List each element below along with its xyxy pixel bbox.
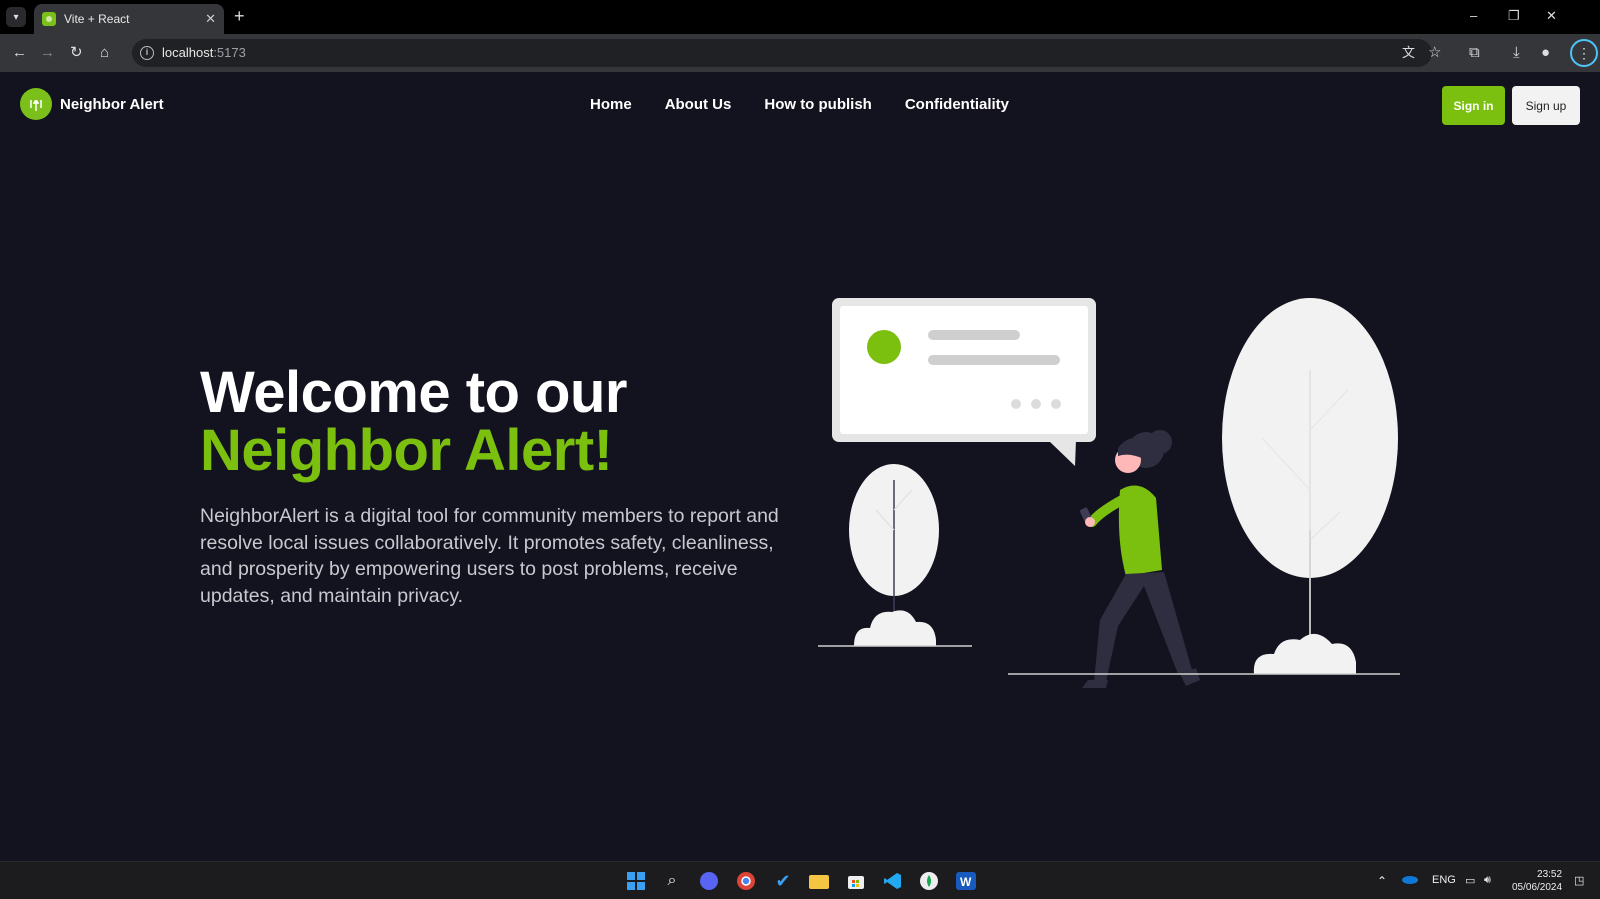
nav-how-to-publish[interactable]: How to publish bbox=[764, 96, 871, 113]
logo-icon bbox=[20, 88, 52, 120]
nav-home[interactable]: Home bbox=[590, 96, 632, 113]
hero-illustration bbox=[818, 298, 1400, 688]
browser-tab-bar: ▾ Vite + React ✕ + – ❐ ✕ bbox=[0, 0, 1600, 34]
message-card-illustration bbox=[832, 298, 1096, 466]
profile-icon[interactable]: ● bbox=[1541, 44, 1550, 62]
minimize-button[interactable]: – bbox=[1470, 8, 1477, 23]
sign-in-button[interactable]: Sign in bbox=[1442, 86, 1505, 125]
browser-tab[interactable]: Vite + React ✕ bbox=[34, 4, 224, 34]
clock-time: 23:52 bbox=[1537, 869, 1563, 880]
main-nav: Home About Us How to publish Confidentia… bbox=[590, 96, 1009, 113]
site-header: Neighbor Alert Home About Us How to publ… bbox=[0, 72, 1600, 140]
network-icon[interactable]: ▭ bbox=[1465, 874, 1475, 887]
nav-about-us[interactable]: About Us bbox=[665, 96, 732, 113]
chevron-up-icon[interactable]: ⌃ bbox=[1377, 874, 1387, 888]
back-icon[interactable]: ← bbox=[12, 43, 27, 63]
store-icon[interactable] bbox=[845, 870, 867, 892]
hero-title: Welcome to our Neighbor Alert! bbox=[200, 364, 627, 480]
todo-icon[interactable]: ✔ bbox=[772, 870, 794, 892]
brand-name: Neighbor Alert bbox=[60, 95, 164, 113]
language-indicator[interactable]: ENG bbox=[1432, 874, 1456, 886]
extensions-icon[interactable]: ⧉ bbox=[1469, 44, 1480, 62]
small-tree-illustration bbox=[818, 464, 972, 647]
clock-date: 05/06/2024 bbox=[1512, 882, 1563, 893]
tab-list-icon[interactable]: ▾ bbox=[6, 7, 26, 27]
svg-text:W: W bbox=[960, 875, 972, 889]
home-icon[interactable]: ⌂ bbox=[100, 43, 109, 63]
hero-title-line2: Neighbor Alert! bbox=[200, 418, 613, 483]
reload-icon[interactable]: ↻ bbox=[70, 43, 83, 63]
onedrive-icon[interactable] bbox=[1402, 874, 1418, 887]
vscode-icon[interactable] bbox=[882, 870, 904, 892]
nav-confidentiality[interactable]: Confidentiality bbox=[905, 96, 1009, 113]
hero-description: NeighborAlert is a digital tool for comm… bbox=[200, 505, 779, 607]
brand-logo[interactable]: Neighbor Alert bbox=[20, 88, 164, 120]
bookmark-star-icon[interactable]: ☆ bbox=[1428, 44, 1441, 62]
word-icon[interactable]: W bbox=[955, 870, 977, 892]
os-taskbar: ⌕ ✔ W ⌃ ENG ▭ 🔊︎ 23:52 05/06/2024 ◳ bbox=[0, 861, 1600, 899]
tab-favicon-icon bbox=[42, 12, 56, 26]
menu-icon[interactable]: ⋮ bbox=[1570, 39, 1598, 67]
search-icon[interactable]: ⌕ bbox=[661, 870, 683, 892]
url-text[interactable]: localhost:5173 bbox=[162, 45, 246, 60]
discord-icon[interactable] bbox=[698, 870, 720, 892]
restore-button[interactable]: ❐ bbox=[1508, 8, 1520, 24]
address-bar[interactable]: i localhost:5173 bbox=[132, 39, 1432, 67]
browser-toolbar: ← → ↻ ⌂ i localhost:5173 文 ☆ ⧉ ⤓ ● ⋮ bbox=[0, 34, 1600, 72]
file-explorer-icon[interactable] bbox=[808, 870, 830, 892]
forward-icon[interactable]: → bbox=[40, 43, 55, 63]
chrome-icon[interactable] bbox=[735, 870, 757, 892]
close-window-button[interactable]: ✕ bbox=[1546, 8, 1557, 24]
person-illustration bbox=[1080, 430, 1200, 688]
translate-icon[interactable]: 文 bbox=[1402, 44, 1415, 62]
tab-close-icon[interactable]: ✕ bbox=[205, 11, 216, 27]
volume-icon[interactable]: 🔊︎ bbox=[1484, 874, 1491, 887]
site-info-icon[interactable]: i bbox=[140, 46, 154, 60]
mongodb-icon[interactable] bbox=[918, 870, 940, 892]
windows-start-icon[interactable] bbox=[625, 870, 647, 892]
new-tab-button[interactable]: + bbox=[234, 6, 245, 26]
sign-up-button[interactable]: Sign up bbox=[1512, 86, 1580, 125]
notification-icon[interactable]: ◳ bbox=[1574, 874, 1584, 887]
hero-title-line1: Welcome to our bbox=[200, 360, 627, 425]
download-icon[interactable]: ⤓ bbox=[1513, 44, 1520, 62]
system-clock[interactable]: 23:52 05/06/2024 bbox=[1512, 868, 1562, 894]
tab-title: Vite + React bbox=[64, 12, 130, 26]
